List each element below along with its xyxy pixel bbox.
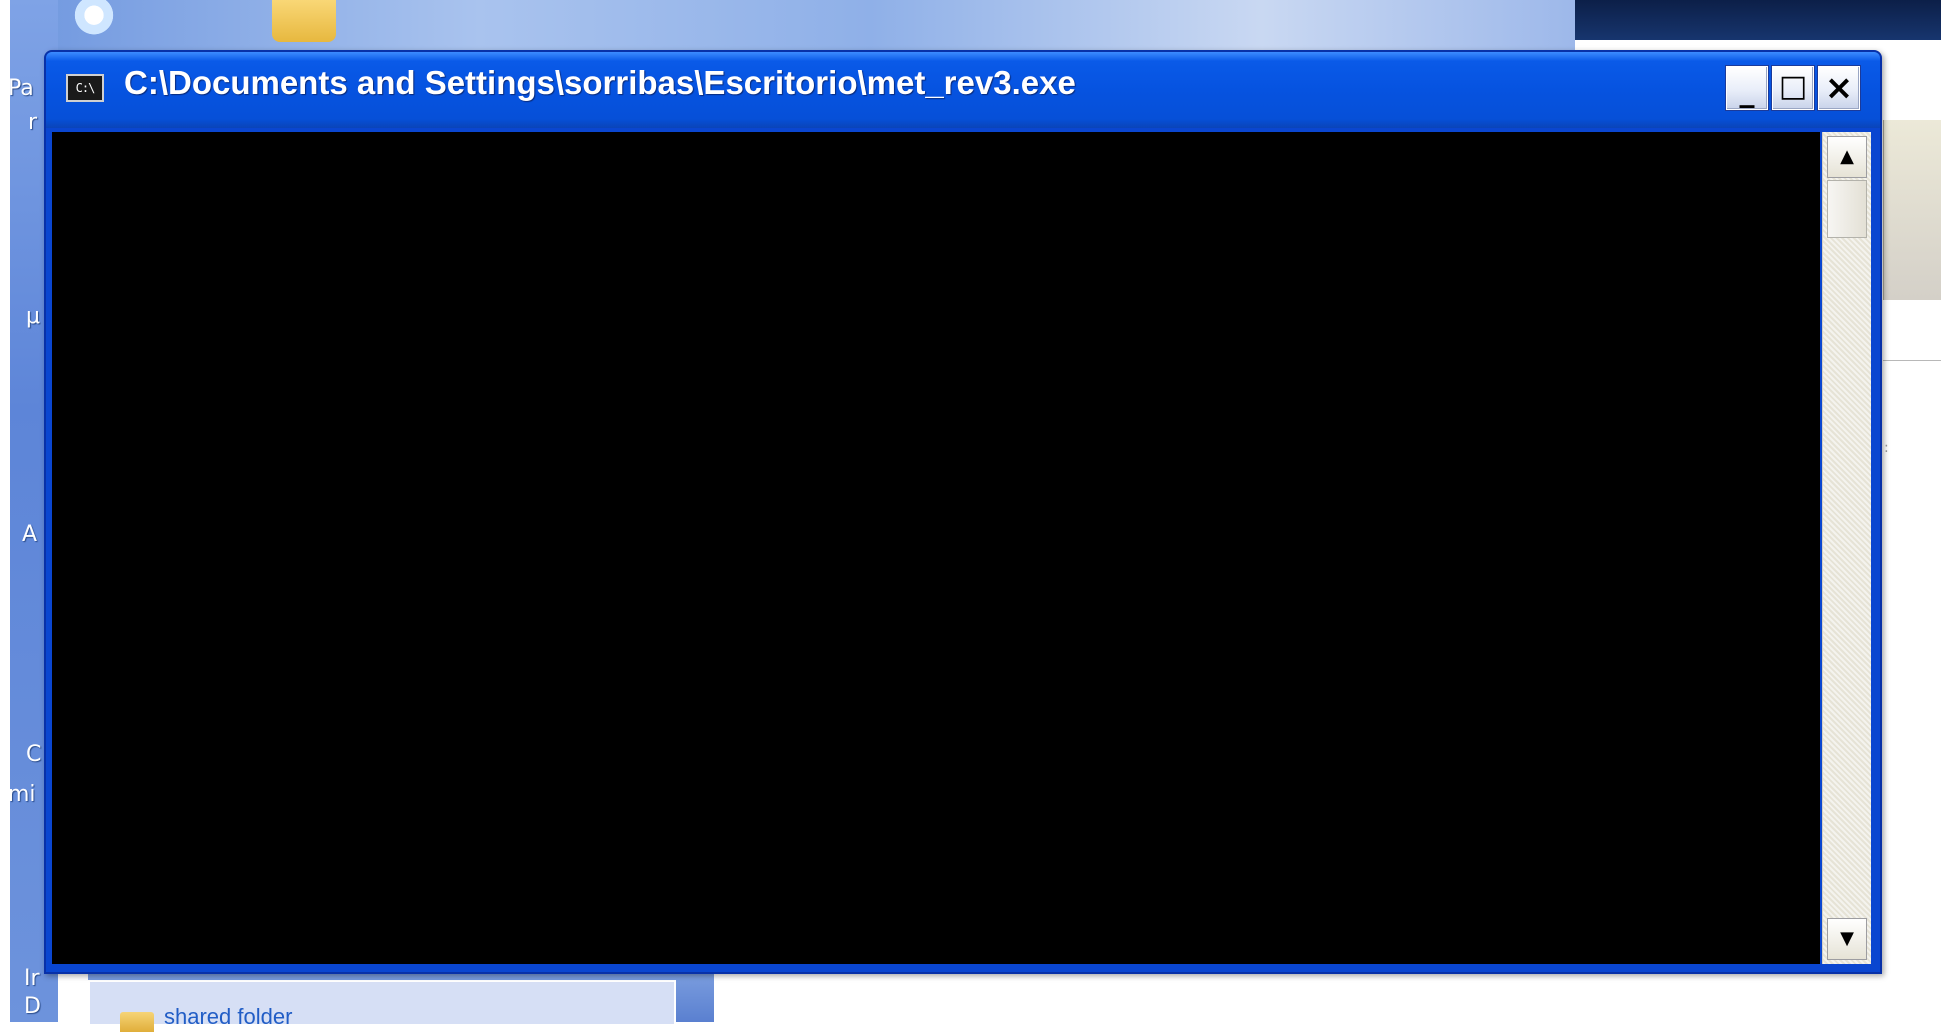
desktop-shortcut-icon[interactable] <box>72 0 116 38</box>
desktop-folder-icon[interactable] <box>272 0 336 42</box>
desktop-icon-label[interactable]: Pa <box>8 76 34 101</box>
desktop-icon-label[interactable]: mi <box>8 782 36 807</box>
close-button[interactable]: × <box>1818 66 1860 110</box>
desktop-icon-label[interactable]: μ <box>26 304 40 329</box>
window-title: C:\Documents and Settings\sorribas\Escri… <box>124 64 1076 101</box>
window-titlebar[interactable]: C:\ C:\Documents and Settings\sorribas\E… <box>46 52 1880 128</box>
desktop-icon-label[interactable]: r <box>28 110 37 135</box>
desktop-background <box>10 0 1575 50</box>
background-task-pane: shared folder <box>88 968 714 1032</box>
console-window[interactable]: C:\ C:\Documents and Settings\sorribas\E… <box>44 50 1882 974</box>
maximize-button[interactable]: □ <box>1772 66 1814 110</box>
scrollbar-thumb[interactable] <box>1827 180 1867 238</box>
background-window-toolbar <box>1883 120 1941 300</box>
task-pane-list: shared folder <box>88 980 676 1032</box>
desktop-icon-label[interactable]: Ir <box>24 966 40 991</box>
minimize-button[interactable]: _ <box>1726 66 1768 110</box>
desktop-icon-label[interactable]: D <box>24 994 41 1019</box>
folder-icon <box>120 1012 154 1032</box>
scroll-up-arrow-icon[interactable]: ▲ <box>1827 136 1867 178</box>
background-window-titlebar <box>1575 0 1941 40</box>
desktop-icon-label[interactable]: C <box>26 742 41 767</box>
background-window-text: : <box>1884 440 1889 456</box>
vertical-scrollbar[interactable]: ▲ ▼ <box>1822 132 1871 964</box>
scroll-down-arrow-icon[interactable]: ▼ <box>1827 918 1867 960</box>
shared-folder-link[interactable]: shared folder <box>164 1004 292 1030</box>
console-app-icon[interactable]: C:\ <box>66 74 104 102</box>
background-window-divider <box>1883 360 1941 361</box>
console-output-area[interactable] <box>52 132 1820 964</box>
desktop-icon-label[interactable]: A <box>22 522 37 547</box>
